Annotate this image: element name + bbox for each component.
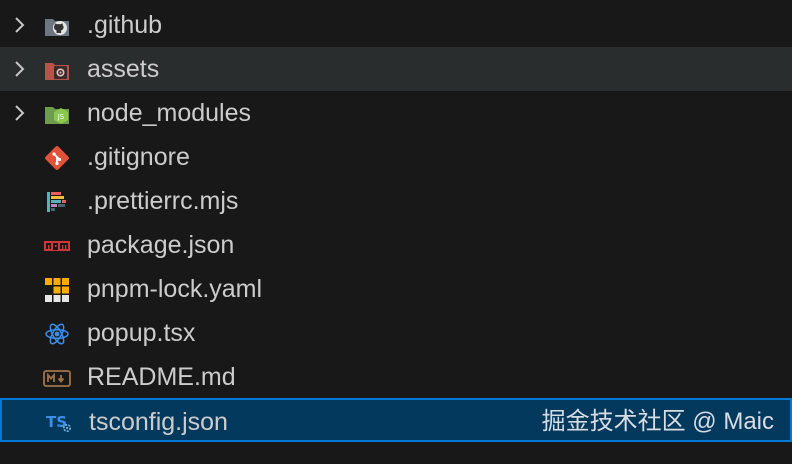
tree-item-label: README.md — [87, 363, 236, 391]
tree-item-tsconfig[interactable]: TS tsconfig.json 掘金技术社区 @ Maic — [0, 398, 792, 442]
assets-folder-icon — [45, 63, 69, 80]
tree-item-node-modules-folder[interactable]: JS node_modules — [0, 91, 792, 135]
tree-item-gitignore[interactable]: .gitignore — [0, 135, 792, 179]
tree-item-label: popup.tsx — [87, 319, 196, 347]
tree-item-pnpm-lock[interactable]: pnpm-lock.yaml — [0, 267, 792, 311]
npm-icon — [44, 241, 70, 251]
git-icon — [45, 146, 69, 170]
svg-text:JS: JS — [57, 113, 65, 121]
svg-text:TS: TS — [46, 413, 67, 431]
github-folder-icon — [45, 19, 69, 36]
tree-item-github-folder[interactable]: .github — [0, 3, 792, 47]
tree-item-label: .gitignore — [87, 143, 190, 171]
tree-item-label: node_modules — [87, 99, 252, 127]
chevron-right-icon[interactable] — [9, 102, 31, 124]
tree-item-package-json[interactable]: package.json — [0, 223, 792, 267]
prettier-icon — [47, 192, 66, 212]
node-folder-icon: JS — [45, 107, 69, 124]
markdown-icon — [43, 370, 71, 387]
tree-item-readme[interactable]: README.md — [0, 355, 792, 399]
tree-item-prettierrc[interactable]: .prettierrc.mjs — [0, 179, 792, 223]
tree-item-label: package.json — [87, 231, 235, 259]
chevron-right-icon[interactable] — [9, 58, 31, 80]
pnpm-icon — [45, 278, 69, 302]
file-explorer: .github assets JS node_modules .gitignor… — [0, 0, 792, 464]
tree-item-label: pnpm-lock.yaml — [87, 275, 263, 303]
tree-item-popup-tsx[interactable]: popup.tsx — [0, 311, 792, 355]
tree-item-label: tsconfig.json — [89, 408, 228, 436]
tsconfig-icon: TS — [46, 413, 71, 432]
watermark: 掘金技术社区 @ Maic — [541, 408, 774, 435]
tree-item-label: assets — [87, 55, 160, 83]
tree-item-label: .prettierrc.mjs — [87, 187, 239, 215]
react-icon — [45, 323, 69, 345]
chevron-right-icon[interactable] — [9, 14, 31, 36]
tree-item-assets-folder[interactable]: assets — [0, 47, 792, 91]
tree-item-label: .github — [87, 11, 163, 39]
